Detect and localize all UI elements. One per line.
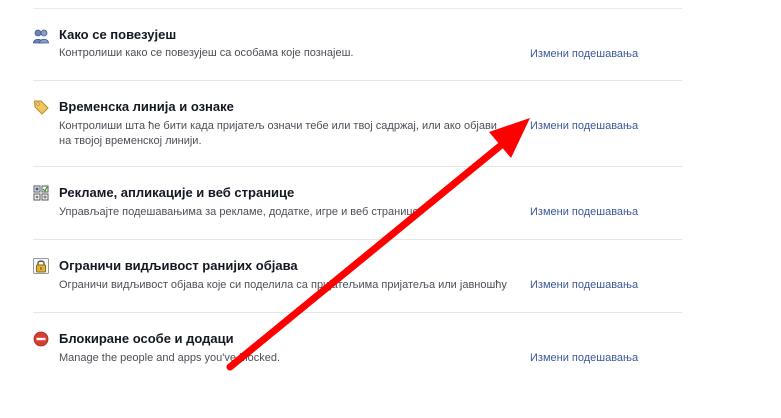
- edit-settings-link[interactable]: Измени подешавања: [530, 352, 638, 364]
- tag-icon: [33, 99, 49, 115]
- apps-icon: [33, 185, 49, 201]
- settings-row-ads-apps-websites: Рекламе, апликације и веб странице Управ…: [33, 166, 682, 239]
- edit-settings-link[interactable]: Измени подешавања: [530, 279, 638, 291]
- row-description: Управљајте подешавањима за рекламе, дода…: [59, 206, 422, 218]
- row-title: Блокиране особе и додаци: [59, 331, 234, 346]
- row-title: Ограничи видљивост ранијих објава: [59, 258, 298, 273]
- privacy-settings-list: Како се повезујеш Контролиши како се пов…: [33, 8, 682, 373]
- block-icon: [33, 331, 49, 347]
- people-icon: [33, 28, 49, 44]
- settings-row-timeline-tagging: Временска линија и ознаке Контролиши шта…: [33, 80, 682, 166]
- row-title: Како се повезујеш: [59, 27, 177, 42]
- edit-settings-link[interactable]: Измени подешавања: [530, 48, 638, 60]
- lock-icon: [33, 258, 49, 274]
- row-description: Manage the people and apps you've blocke…: [59, 352, 281, 364]
- row-description: Контролиши како се повезујеш са особама …: [59, 47, 354, 59]
- settings-row-blocked: Блокиране особе и додаци Manage the peop…: [33, 312, 682, 373]
- edit-settings-link[interactable]: Измени подешавања: [530, 120, 638, 132]
- settings-row-limit-past-posts: Ограничи видљивост ранијих објава Ограни…: [33, 239, 682, 312]
- row-title: Рекламе, апликације и веб странице: [59, 185, 295, 200]
- row-description: Контролиши шта ће бити када пријатељ озн…: [59, 120, 497, 147]
- row-description: Ограничи видљивост објава које си подели…: [59, 279, 507, 291]
- settings-row-how-you-connect: Како се повезујеш Контролиши како се пов…: [33, 8, 682, 80]
- edit-settings-link[interactable]: Измени подешавања: [530, 206, 638, 218]
- row-title: Временска линија и ознаке: [59, 99, 234, 114]
